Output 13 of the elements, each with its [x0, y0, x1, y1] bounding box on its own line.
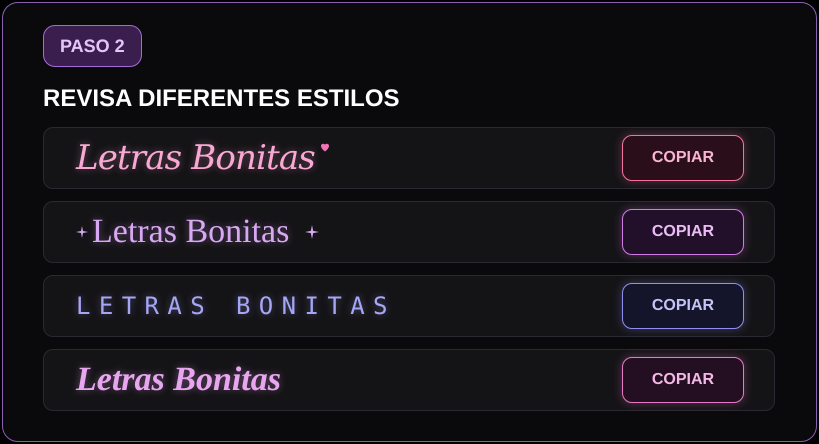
section-title: REVISA DIFERENTES ESTILOS [43, 87, 400, 111]
step-badge: PASO 2 [43, 25, 142, 67]
copy-button[interactable]: COPIAR [622, 283, 744, 329]
copy-button[interactable]: COPIAR [622, 209, 744, 255]
sparkle-icon [76, 226, 88, 238]
copy-button[interactable]: COPIAR [622, 357, 744, 403]
heart-icon [318, 141, 331, 153]
sparkle-icon [305, 225, 320, 239]
styled-text: LETRAS BONITAS [76, 294, 396, 318]
copy-button[interactable]: COPIAR [622, 135, 744, 181]
styled-text: Letras Bonitas [76, 363, 281, 397]
styled-text: Letras Bonitas [92, 215, 290, 249]
styled-text: Letras Bonitas [76, 141, 315, 175]
